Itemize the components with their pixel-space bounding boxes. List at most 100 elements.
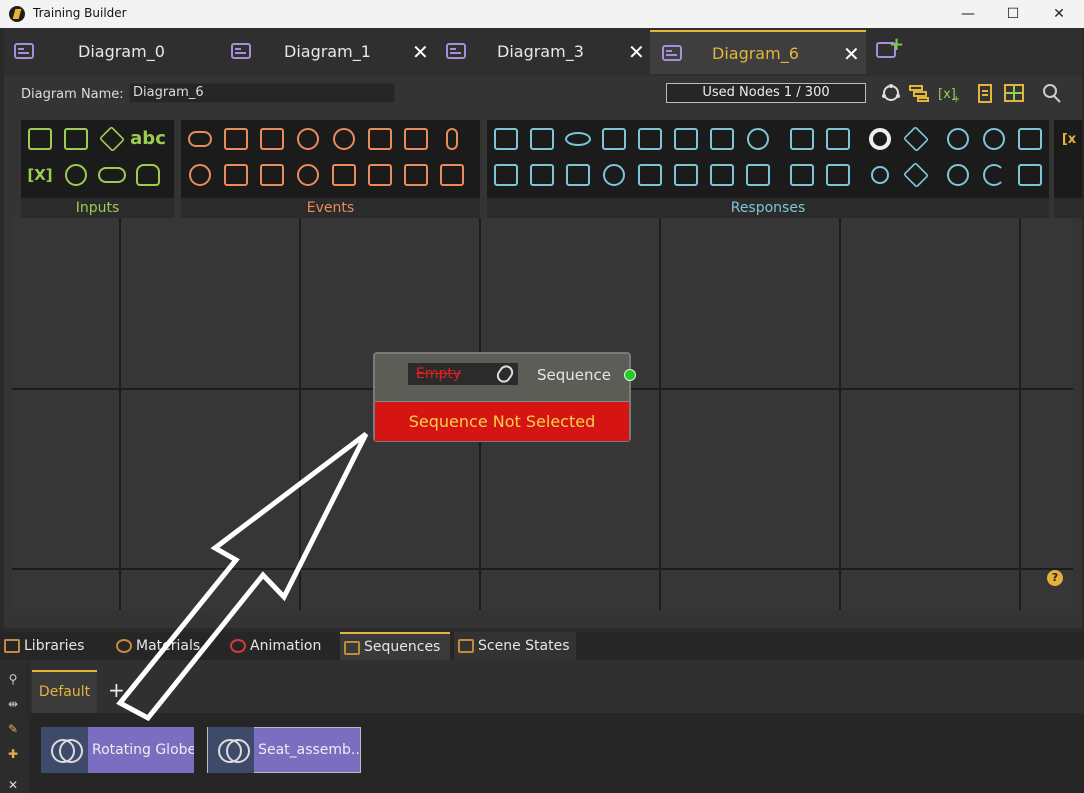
pin-icon[interactable]: ✚: [6, 747, 20, 761]
response-diamond-x-icon[interactable]: [901, 160, 931, 190]
response-hand-wave-icon[interactable]: [707, 160, 737, 190]
response-checklist-icon[interactable]: [671, 160, 701, 190]
add-folder-button[interactable]: +: [108, 678, 125, 702]
response-undo-icon[interactable]: [979, 160, 1009, 190]
event-touch-icon[interactable]: [185, 160, 215, 190]
response-hierarchy-icon[interactable]: [787, 160, 817, 190]
response-bin-icon[interactable]: [743, 160, 773, 190]
grid-line: [119, 218, 121, 610]
event-microphone-icon[interactable]: [437, 124, 467, 154]
tab-close-icon[interactable]: ✕: [843, 42, 860, 66]
event-hands-icon[interactable]: [365, 160, 395, 190]
response-diamond-arrow-icon[interactable]: [901, 124, 931, 154]
response-particles-icon[interactable]: [743, 124, 773, 154]
response-list-loop-icon[interactable]: [1015, 160, 1045, 190]
grid-view-icon[interactable]: [1003, 83, 1025, 103]
response-tag-icon[interactable]: [823, 124, 853, 154]
clipboard-icon[interactable]: [974, 83, 996, 103]
sequence-card[interactable]: Rotating Globe: [41, 727, 194, 773]
event-hand-play-icon[interactable]: [221, 160, 251, 190]
grid-line: [12, 568, 1073, 570]
minimize-button[interactable]: —: [945, 2, 991, 26]
add-diagram-icon[interactable]: [876, 34, 904, 58]
input-touch-icon[interactable]: [61, 160, 91, 190]
response-clipboard-icon[interactable]: [671, 124, 701, 154]
response-pin-icon[interactable]: [943, 160, 973, 190]
tab-diagram-0[interactable]: Diagram_0: [4, 30, 229, 74]
animation-icon: [230, 639, 246, 653]
sequence-node[interactable]: Empty Sequence Sequence Not Selected: [373, 352, 636, 442]
tab-diagram-6[interactable]: Diagram_6 ✕: [650, 30, 866, 74]
sequences-icon: [344, 641, 360, 655]
event-play-icon[interactable]: [329, 124, 359, 154]
close-icon[interactable]: ✕: [6, 778, 20, 792]
input-slideshow-icon[interactable]: [25, 124, 55, 154]
response-eye-icon[interactable]: [563, 124, 593, 154]
response-list-icon[interactable]: [1015, 124, 1045, 154]
tab-close-icon[interactable]: ✕: [628, 40, 645, 64]
sequence-card[interactable]: Seat_assemb...: [207, 727, 361, 773]
tab-animation[interactable]: Animation: [226, 632, 334, 660]
event-vr-headset-icon[interactable]: [185, 124, 215, 154]
grid-line: [839, 218, 841, 610]
response-video-icon[interactable]: [635, 160, 665, 190]
tab-materials[interactable]: Materials: [112, 632, 222, 660]
search-icon[interactable]: ⚲: [6, 672, 20, 686]
input-target-icon[interactable]: [61, 124, 91, 154]
variable-icon[interactable]: [x]+: [937, 83, 959, 103]
grid-line: [1019, 218, 1021, 610]
search-icon[interactable]: [1041, 83, 1063, 103]
event-hands-swap-icon[interactable]: [401, 160, 431, 190]
event-target-icon[interactable]: [221, 124, 251, 154]
response-target-icon[interactable]: [491, 124, 521, 154]
palette-label-responses: Responses: [487, 198, 1049, 218]
response-hand-cycle-icon[interactable]: [491, 160, 521, 190]
response-ring-icon[interactable]: [865, 124, 895, 154]
response-touch-icon[interactable]: [599, 160, 629, 190]
input-variable-icon[interactable]: [X]: [25, 160, 55, 190]
response-speaker-icon[interactable]: [635, 124, 665, 154]
help-icon[interactable]: ?: [1047, 570, 1063, 586]
input-text-icon[interactable]: abc: [130, 124, 166, 154]
event-toggle-icon[interactable]: [293, 124, 323, 154]
close-window-button[interactable]: ✕: [1036, 2, 1082, 26]
response-location-icon[interactable]: [979, 124, 1009, 154]
output-port[interactable]: [624, 369, 636, 381]
response-tag-down-icon[interactable]: [823, 160, 853, 190]
maximize-button[interactable]: ☐: [990, 2, 1036, 26]
response-variable-icon[interactable]: [787, 124, 817, 154]
response-camera-icon[interactable]: [599, 124, 629, 154]
attach-icon[interactable]: ✎: [6, 722, 20, 736]
response-toolbox-icon[interactable]: [707, 124, 737, 154]
tab-sequences[interactable]: Sequences: [340, 632, 450, 660]
tab-libraries[interactable]: Libraries: [0, 632, 108, 660]
response-slideshow-icon[interactable]: [527, 124, 557, 154]
stack-icon[interactable]: [908, 83, 930, 103]
response-screen-stop-icon[interactable]: [527, 160, 557, 190]
tab-scene-states[interactable]: Scene States: [454, 632, 576, 660]
response-circle-icon[interactable]: [865, 160, 895, 190]
tab-close-icon[interactable]: ✕: [412, 40, 429, 64]
app-root: Training Builder — ☐ ✕ Diagram_0 Diagram…: [0, 0, 1084, 793]
event-unlock-icon[interactable]: [365, 124, 395, 154]
response-chat-icon[interactable]: [563, 160, 593, 190]
event-screen-icon[interactable]: [257, 124, 287, 154]
diagram-icon: [662, 45, 682, 61]
event-timer-icon[interactable]: [293, 160, 323, 190]
event-hand-stop-icon[interactable]: [257, 160, 287, 190]
event-audio-wave-icon[interactable]: [437, 160, 467, 190]
input-cube-icon[interactable]: [97, 124, 127, 154]
layout-icon[interactable]: [880, 83, 902, 103]
tab-diagram-1[interactable]: Diagram_1 ✕: [229, 30, 444, 74]
event-upload-icon[interactable]: [401, 124, 431, 154]
overflow-variable-icon[interactable]: [x: [1054, 124, 1084, 154]
response-location-up-icon[interactable]: [943, 124, 973, 154]
expand-icon[interactable]: ⇹: [6, 697, 20, 711]
tab-diagram-3[interactable]: Diagram_3 ✕: [444, 30, 650, 74]
input-hand-icon[interactable]: [133, 160, 163, 190]
tab-label: Diagram_1: [284, 42, 371, 61]
diagram-name-input[interactable]: Diagram_6: [129, 83, 395, 103]
input-toggle-icon[interactable]: [97, 160, 127, 190]
event-funnel-icon[interactable]: [329, 160, 359, 190]
tab-default[interactable]: Default: [32, 670, 97, 713]
